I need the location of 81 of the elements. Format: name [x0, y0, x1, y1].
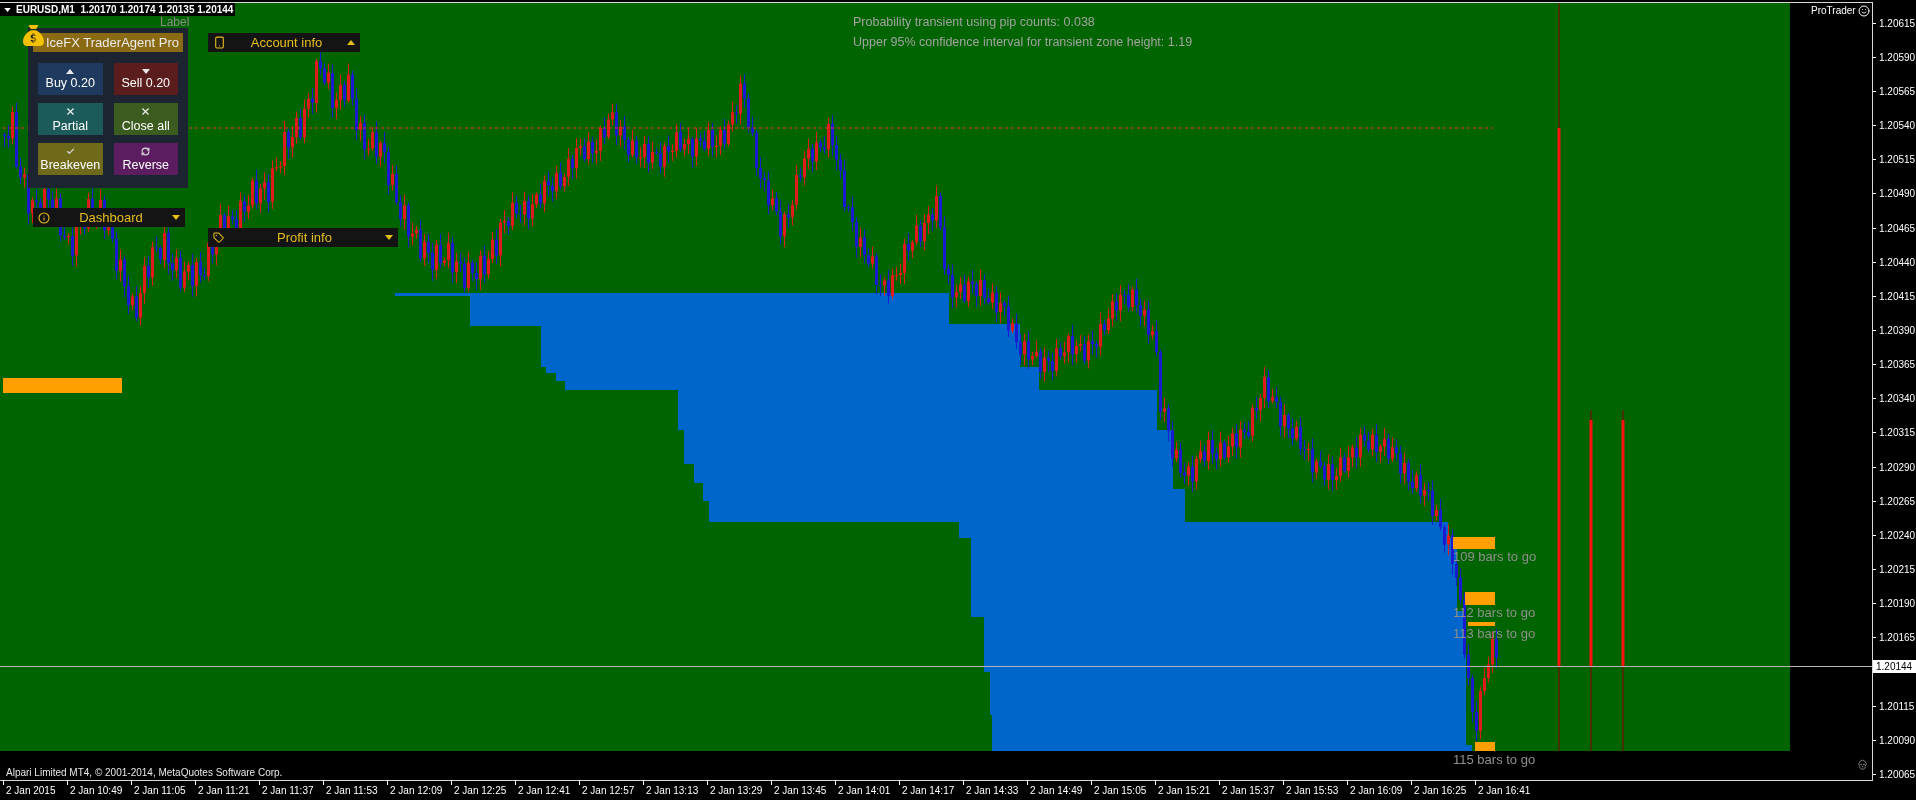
price-label: 1.20615 — [1879, 16, 1916, 30]
bar-countdown-text: 115 bars to go — [1453, 752, 1536, 768]
price-label: 1.20240 — [1879, 528, 1916, 542]
close-icon — [64, 105, 76, 117]
trade-button[interactable]: Buy 0.20 — [38, 63, 103, 95]
time-label: 2 Jan 15:53 — [1285, 784, 1339, 798]
time-label: 2 Jan 12:25 — [453, 784, 507, 798]
time-label: 2 Jan 15:37 — [1221, 784, 1275, 798]
price-label: 1.20115 — [1879, 699, 1915, 713]
time-label: 2 Jan 15:05 — [1093, 784, 1147, 798]
time-label: 2 Jan 16:09 — [1349, 784, 1403, 798]
price-label: 1.20215 — [1879, 563, 1916, 577]
time-label: 2 Jan 13:13 — [645, 784, 699, 798]
price-label: 1.20390 — [1879, 324, 1916, 337]
time-label: 2 Jan 14:33 — [965, 784, 1019, 798]
statistic-text: Probability transient using pip counts: 0.038 — [853, 14, 1096, 31]
panel-title: IceFX TraderAgent Pro — [46, 35, 179, 50]
time-label: 2 Jan 16:25 — [1413, 784, 1467, 798]
account-info-toggle[interactable]: Account info — [208, 33, 360, 52]
price-label: 1.20465 — [1879, 221, 1916, 235]
price-label: 1.20440 — [1879, 255, 1916, 269]
zone-marker — [1475, 742, 1495, 751]
time-label: 2 Jan 2015 — [5, 784, 56, 798]
trade-button[interactable]: Reverse — [113, 143, 178, 175]
price-label: 1.20165 — [1879, 631, 1916, 645]
check-icon — [65, 146, 75, 156]
time-label: 2 Jan 14:17 — [901, 784, 955, 798]
trade-button[interactable]: Close all — [113, 103, 178, 135]
time-label: 2 Jan 14:49 — [1029, 784, 1083, 798]
chart-label-text: Label — [160, 16, 190, 28]
cycle-arrows-icon — [141, 146, 151, 156]
time-label: 2 Jan 16:41 — [1477, 784, 1531, 798]
price-label: 1.20290 — [1879, 460, 1916, 474]
time-label: 2 Jan 12:57 — [581, 784, 635, 798]
trade-button[interactable]: Partial — [38, 103, 103, 135]
info-icon — [38, 211, 50, 224]
triangle-up-icon — [66, 68, 75, 74]
skull-icon — [1857, 759, 1868, 770]
dashboard-toggle[interactable]: Dashboard — [33, 208, 185, 227]
triangle-down-icon — [141, 68, 150, 74]
symbol-quotes-text: EURUSD,M1 1.20170 1.20174 1.20135 1.20144 — [16, 3, 234, 16]
zone-marker — [1465, 592, 1495, 605]
time-label: 2 Jan 10:49 — [69, 784, 123, 798]
price-label: 1.20540 — [1879, 119, 1916, 133]
trade-button[interactable]: Sell 0.20 — [113, 63, 178, 95]
price-label: 1.20090 — [1879, 733, 1916, 747]
copyright-text: Alpari Limited MT4, © 2001-2014, MetaQuotes Software Corp. — [6, 766, 283, 779]
time-label: 2 Jan 13:45 — [773, 784, 827, 798]
time-label: 2 Jan 13:29 — [709, 784, 763, 798]
close-icon — [140, 105, 152, 117]
time-label: 2 Jan 12:09 — [389, 784, 443, 798]
zone-marker — [1468, 622, 1495, 626]
dropdown-caret-icon — [4, 7, 11, 12]
trade-button[interactable]: Breakeven — [38, 143, 103, 175]
money-bag-icon — [23, 22, 44, 49]
time-label: 2 Jan 11:21 — [197, 784, 250, 798]
price-label: 1.20265 — [1879, 494, 1916, 508]
price-label: 1.20315 — [1879, 426, 1916, 440]
current-price-label: 1.20144 — [1873, 659, 1916, 673]
time-label: 2 Jan 12:41 — [517, 784, 571, 798]
price-label: 1.20490 — [1879, 187, 1916, 201]
price-label: 1.20365 — [1879, 358, 1916, 372]
phone-icon — [213, 36, 226, 49]
price-label: 1.20065 — [1879, 768, 1916, 781]
tag-icon — [213, 232, 224, 243]
price-label: 1.20340 — [1879, 392, 1916, 406]
time-label: 2 Jan 11:05 — [133, 784, 186, 798]
price-label: 1.20515 — [1879, 153, 1916, 167]
statistic-text: Upper 95% confidence interval for transient zone height: 1.19 — [853, 34, 1193, 51]
price-label: 1.20415 — [1879, 289, 1916, 303]
price-label: 1.20565 — [1879, 84, 1916, 98]
time-label: 2 Jan 14:01 — [837, 784, 891, 798]
profit-info-toggle[interactable]: Profit info — [208, 228, 398, 247]
price-label: 1.20590 — [1879, 50, 1916, 64]
time-label: 2 Jan 15:21 — [1157, 784, 1211, 798]
time-label: 2 Jan 11:37 — [261, 784, 314, 798]
zone-marker — [1453, 537, 1495, 549]
price-label: 1.20190 — [1879, 597, 1916, 611]
indicator-badge-text: ProTrader — [1811, 4, 1856, 17]
smiley-icon — [1857, 4, 1870, 17]
time-label: 2 Jan 11:53 — [325, 784, 378, 798]
